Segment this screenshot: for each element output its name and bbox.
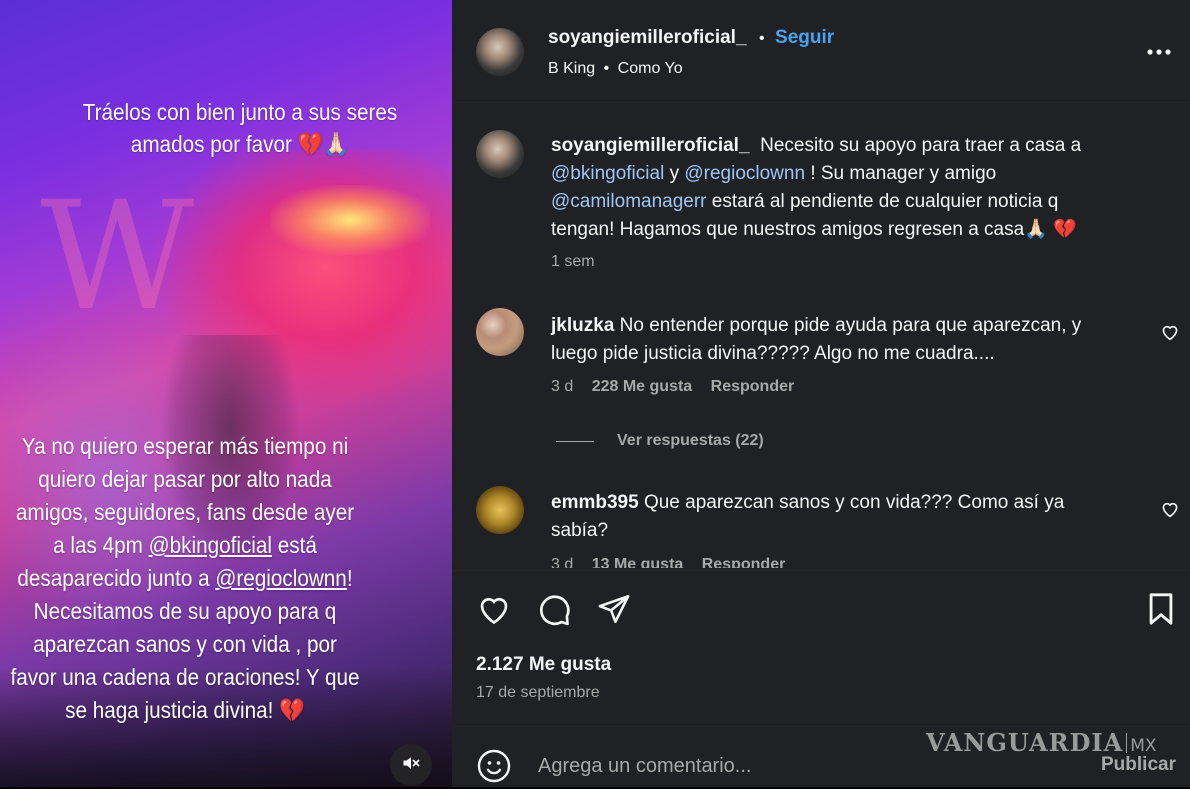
comment-time[interactable]: 3 d	[551, 556, 573, 568]
separator-dot: •	[603, 60, 610, 77]
story-line: aparezcan sanos y con vida , por	[33, 631, 337, 657]
caption-line: tengan! Hagamos que nuestros amigos regr…	[551, 219, 1077, 240]
story-text: a las 4pm	[53, 532, 149, 558]
mention-link[interactable]: @regioclownn	[684, 163, 805, 184]
story-line: amigos, seguidores, fans desde ayer	[15, 499, 355, 525]
story-line: quiero dejar pasar por alto nada	[38, 466, 332, 492]
watermark-suffix: MX	[1130, 736, 1157, 756]
more-options-icon	[1146, 49, 1172, 68]
watermark-name: VANGUARDIA	[926, 728, 1124, 757]
story-media[interactable]: W Tráelos con bien junto a sus seres ama…	[0, 0, 452, 787]
comment: emmb395 Que aparezcan sanos y con vida??…	[551, 489, 1151, 545]
paper-plane-icon	[596, 594, 632, 630]
comment-text: No entender porque pide ayuda para que a…	[619, 315, 1082, 336]
mute-button[interactable]	[390, 744, 432, 786]
comment: jkluzka No entender porque pide ayuda pa…	[551, 312, 1151, 368]
header-username[interactable]: soyangiemilleroficial_	[548, 27, 747, 48]
caption-line: soyangiemilleroficial_ Necesito su apoyo…	[551, 132, 1151, 160]
avatar[interactable]	[476, 308, 524, 356]
like-comment-button[interactable]	[1160, 323, 1180, 346]
comment-line: luego pide justicia divina????? Algo no …	[551, 343, 995, 364]
more-options-button[interactable]	[1146, 40, 1172, 69]
story-text: !	[346, 565, 353, 591]
comment-username[interactable]: jkluzka	[551, 315, 614, 336]
story-line: se haga justicia divina! 💔	[65, 697, 305, 723]
heart-icon	[1160, 325, 1180, 345]
smiley-icon	[476, 749, 512, 788]
story-line: favor una cadena de oraciones! Y que	[10, 664, 360, 690]
bookmark-icon	[1146, 593, 1176, 630]
caption-text: estará al pendiente de cualquier noticia…	[706, 191, 1059, 212]
comment-line: sabía?	[551, 520, 609, 541]
stage-backdrop: W	[40, 170, 194, 344]
divider	[452, 102, 1190, 103]
caption: soyangiemilleroficial_ Necesito su apoyo…	[551, 132, 1151, 244]
watermark: VANGUARDIA MX	[926, 728, 1157, 757]
post-date[interactable]: 17 de septiembre	[476, 684, 600, 702]
caption-text: Necesito su apoyo para traer a casa a	[760, 135, 1082, 156]
post-header: soyangiemilleroficial_ • Seguir	[548, 27, 834, 49]
speaker-muted-icon	[401, 753, 421, 778]
like-button[interactable]	[476, 592, 512, 631]
story-line: amados por favor 💔🙏🏻	[130, 131, 350, 157]
mention-link[interactable]: @camilomanagerr	[551, 191, 707, 212]
story-mention[interactable]: @bkingoficial	[149, 532, 272, 558]
caption-timestamp[interactable]: 1 sem	[551, 253, 595, 271]
post-panel: soyangiemilleroficial_ • Seguir B King •…	[452, 0, 1190, 787]
save-button[interactable]	[1146, 592, 1176, 631]
caption-username[interactable]: soyangiemilleroficial_	[551, 135, 750, 156]
comment-likes[interactable]: 228 Me gusta	[592, 378, 692, 395]
story-caption-main: Ya no quiero esperar más tiempo ni quier…	[0, 430, 374, 727]
story-line: desaparecido junto a @regioclownn!	[0, 562, 374, 595]
story-text: desaparecido junto a	[17, 565, 216, 591]
avatar[interactable]	[476, 130, 524, 178]
reply-button[interactable]: Responder	[702, 556, 786, 568]
like-comment-button[interactable]	[1160, 500, 1180, 523]
comment-meta: 3 d 13 Me gusta Responder	[551, 556, 785, 568]
heart-icon	[476, 597, 512, 630]
view-replies-button[interactable]: Ver respuestas (22)	[617, 432, 764, 450]
caption-text: ! Su manager y amigo	[805, 163, 997, 184]
caption-line: @bkingoficial y @regioclownn ! Su manage…	[551, 160, 1151, 188]
story-text: está	[272, 532, 317, 558]
comment-line: jkluzka No entender porque pide ayuda pa…	[551, 312, 1151, 340]
story-line: Ya no quiero esperar más tiempo ni	[21, 433, 349, 459]
caption-text: y	[664, 163, 685, 184]
audio-info[interactable]: B King • Como Yo	[548, 60, 683, 78]
avatar[interactable]	[476, 486, 524, 534]
mention-link[interactable]: @bkingoficial	[551, 163, 664, 184]
comment-bubble-icon	[536, 595, 572, 632]
comment-button[interactable]	[536, 592, 572, 633]
comment-username[interactable]: emmb395	[551, 492, 639, 513]
story-caption-top: Tráelos con bien junto a sus seres amado…	[42, 96, 438, 160]
separator-dot: •	[758, 30, 765, 47]
comment-meta: 3 d 228 Me gusta Responder	[551, 378, 794, 396]
follow-button[interactable]: Seguir	[775, 27, 834, 48]
replies-divider	[556, 441, 594, 442]
like-count[interactable]: 2.127 Me gusta	[476, 654, 611, 676]
story-mention[interactable]: @regioclownn	[215, 565, 346, 591]
heart-icon	[1160, 502, 1180, 522]
share-button[interactable]	[596, 592, 632, 631]
story-line: Necesitamos de su apoyo para q	[33, 598, 337, 624]
audio-artist: B King	[548, 60, 596, 77]
reply-button[interactable]: Responder	[711, 378, 795, 395]
watermark-separator	[1126, 733, 1128, 753]
divider	[452, 726, 1190, 727]
emoji-button[interactable]	[476, 748, 512, 789]
caption-line: @camilomanagerr estará al pendiente de c…	[551, 188, 1151, 216]
story-line: Tráelos con bien junto a sus seres	[82, 99, 398, 125]
avatar[interactable]	[476, 28, 524, 76]
story-line: a las 4pm @bkingoficial está	[0, 529, 374, 562]
divider	[452, 570, 1190, 571]
spotlight	[270, 185, 430, 255]
comment-likes[interactable]: 13 Me gusta	[592, 556, 684, 568]
publish-button[interactable]: Publicar	[1101, 754, 1176, 776]
comment-text: Que aparezcan sanos y con vida??? Como a…	[643, 492, 1065, 513]
comment-line: emmb395 Que aparezcan sanos y con vida??…	[551, 489, 1151, 517]
comment-time[interactable]: 3 d	[551, 378, 573, 395]
comment-meta-clip: 3 d 13 Me gusta Responder	[551, 548, 1171, 568]
audio-song: Como Yo	[617, 60, 683, 77]
